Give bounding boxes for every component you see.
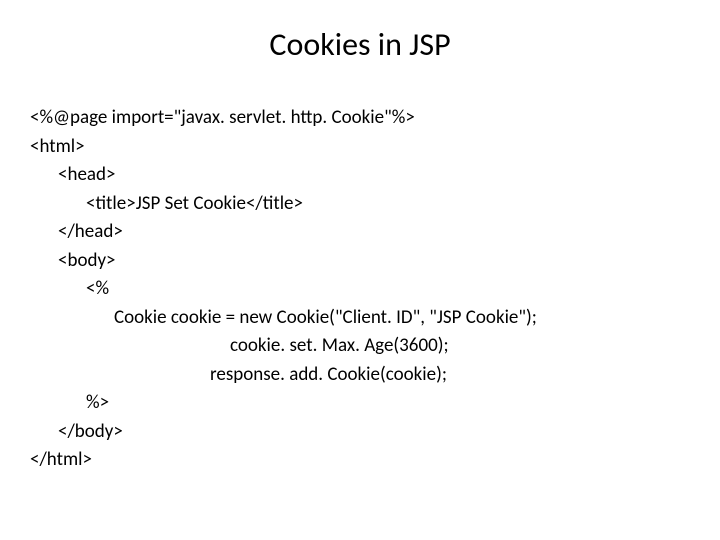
code-line: </head> bbox=[30, 218, 690, 247]
code-line: </body> bbox=[30, 418, 690, 447]
code-line: </html> bbox=[30, 446, 690, 475]
code-line: cookie. set. Max. Age(3600); bbox=[30, 332, 690, 361]
code-line: <body> bbox=[30, 247, 690, 276]
slide-title: Cookies in JSP bbox=[30, 25, 690, 64]
code-line: <head> bbox=[30, 161, 690, 190]
code-line: Cookie cookie = new Cookie("Client. ID",… bbox=[30, 304, 690, 333]
code-block: <%@page import="javax. servlet. http. Co… bbox=[30, 104, 690, 475]
code-line: %> bbox=[30, 389, 690, 418]
slide-container: Cookies in JSP <%@page import="javax. se… bbox=[0, 0, 720, 540]
code-line: <title>JSP Set Cookie</title> bbox=[30, 190, 690, 219]
code-line: <%@page import="javax. servlet. http. Co… bbox=[30, 104, 690, 133]
code-line: <% bbox=[30, 275, 690, 304]
code-line: response. add. Cookie(cookie); bbox=[30, 361, 690, 390]
code-line: <html> bbox=[30, 133, 690, 162]
